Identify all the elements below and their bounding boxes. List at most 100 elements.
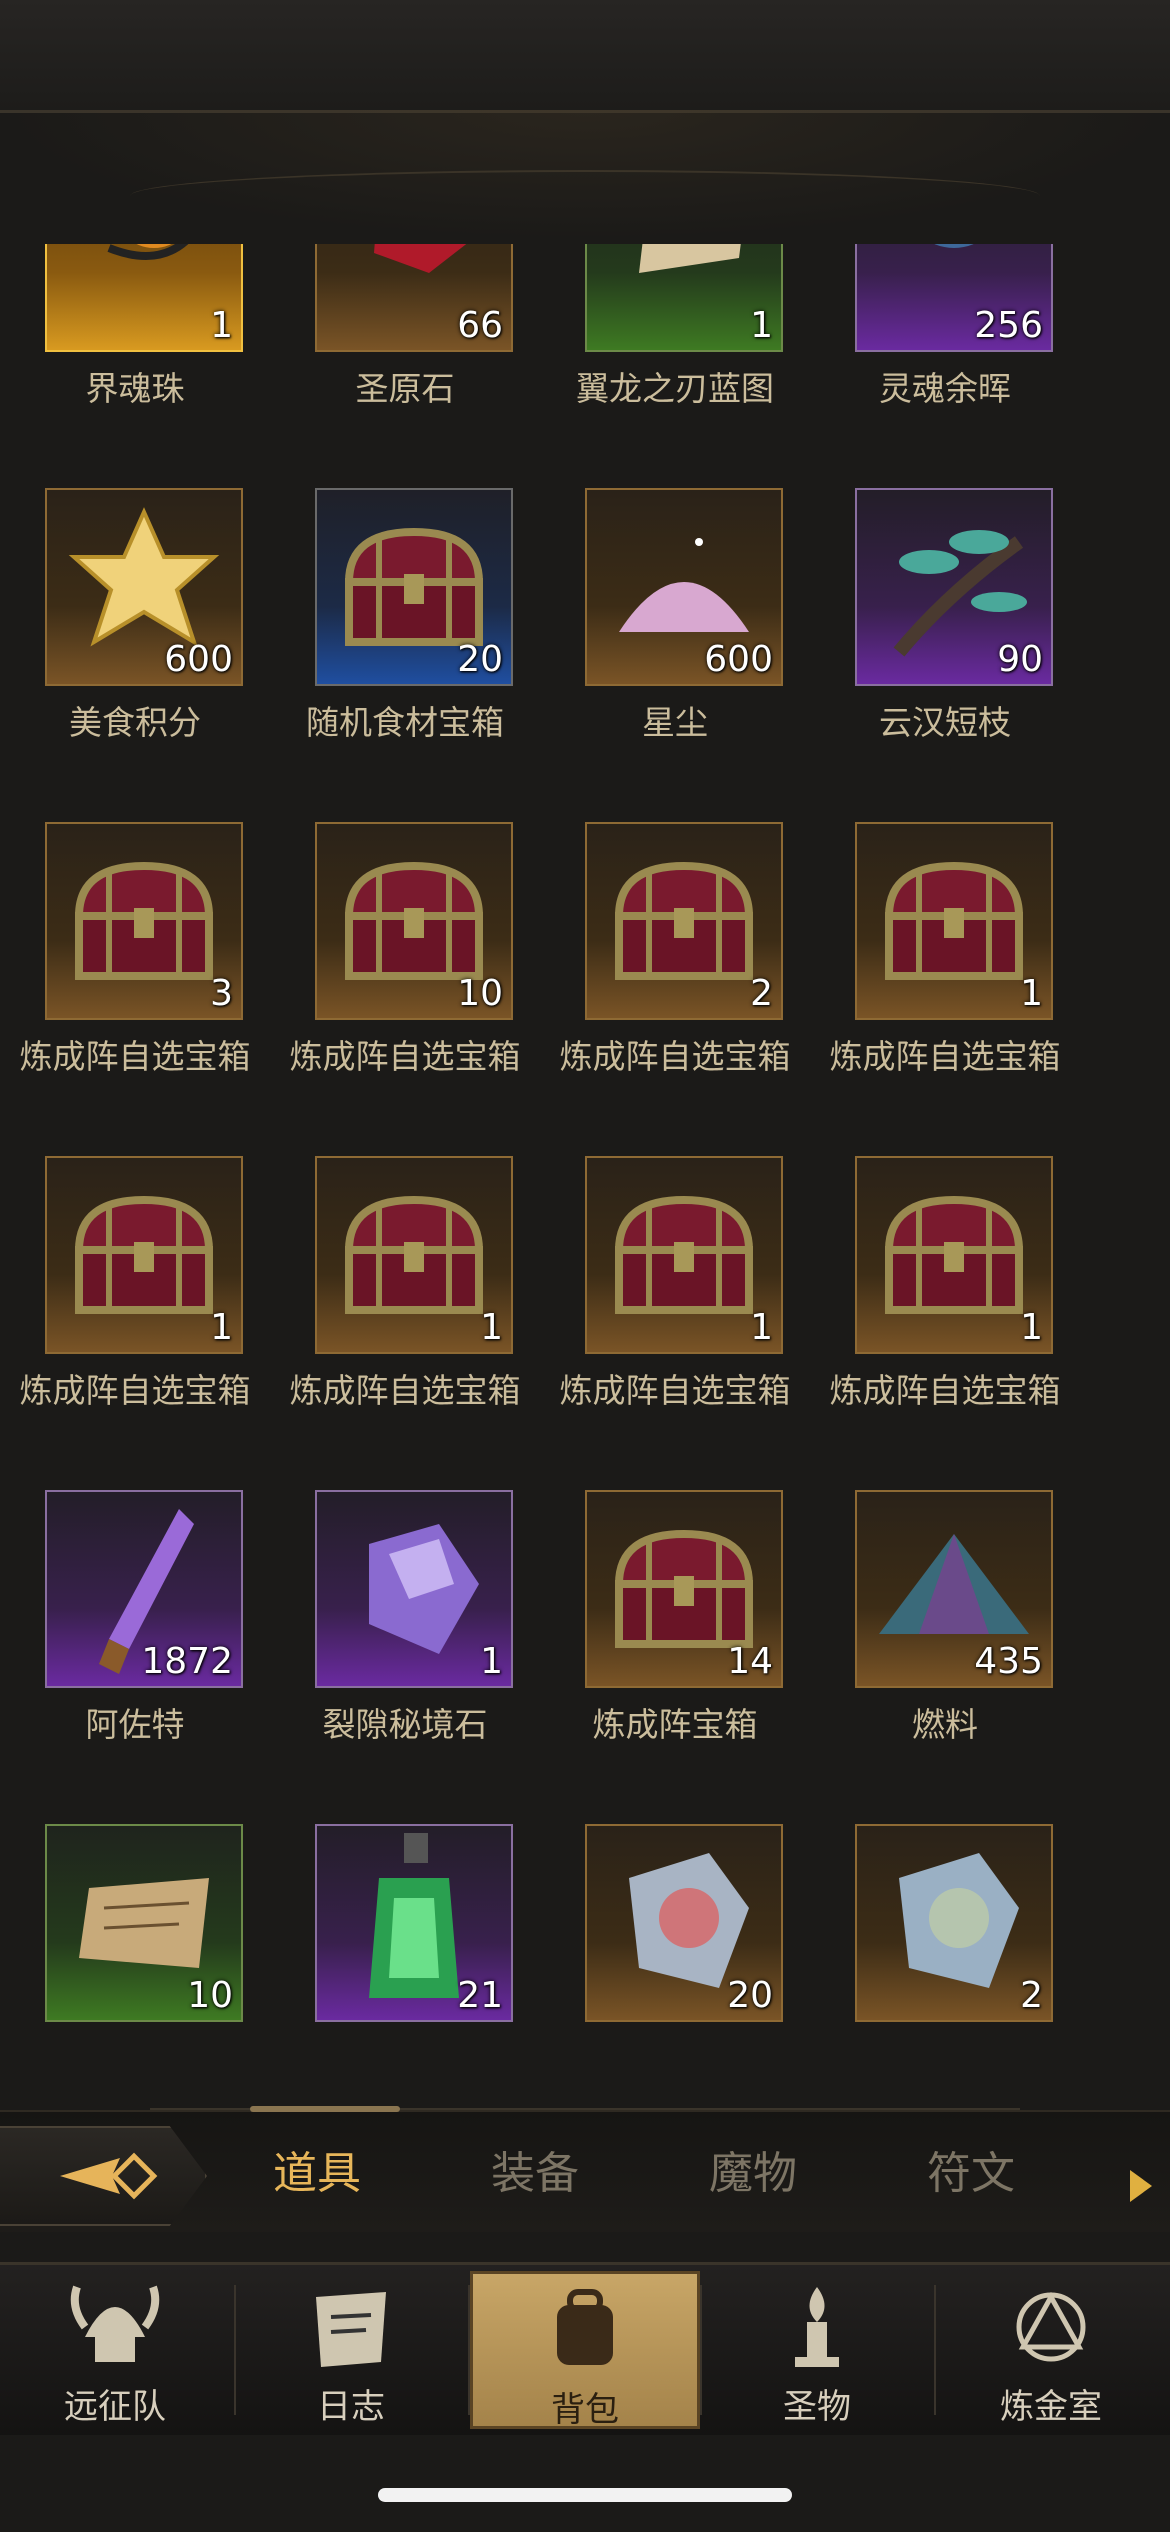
item-count: 20	[457, 639, 503, 680]
item-count: 90	[997, 639, 1043, 680]
nav-label: 日志	[317, 2387, 385, 2427]
nav-item-2[interactable]: 背包	[470, 2271, 700, 2430]
inventory-item[interactable]: 1 翼龙之刃蓝图	[540, 244, 810, 424]
inventory-item[interactable]: 20 随机食材宝箱	[270, 488, 540, 758]
inventory-item[interactable]: 256 灵魂余晖	[810, 244, 1080, 424]
item-slot[interactable]: 600	[45, 488, 243, 686]
item-slot[interactable]: 90	[855, 488, 1053, 686]
item-slot[interactable]: 1	[315, 1156, 513, 1354]
inventory-item[interactable]: 1 炼成阵自选宝箱	[270, 1156, 540, 1426]
item-count: 1	[480, 1307, 503, 1348]
item-slot[interactable]: 1	[855, 822, 1053, 1020]
inventory-item[interactable]: 1 炼成阵自选宝箱	[0, 1156, 270, 1426]
item-count: 1	[1020, 1307, 1043, 1348]
inventory-item[interactable]: 3 炼成阵自选宝箱	[0, 822, 270, 1092]
item-name: 炼成阵自选宝箱	[19, 1371, 251, 1410]
item-count: 3	[210, 973, 233, 1014]
item-slot[interactable]: 2	[855, 1824, 1053, 2022]
inventory-item[interactable]: 1 炼成阵自选宝箱	[810, 822, 1080, 1092]
item-slot[interactable]: 10	[45, 1824, 243, 2022]
nav-item-4[interactable]: 炼金室	[936, 2271, 1166, 2429]
item-count: 2	[750, 973, 773, 1014]
item-name: 界魂珠	[85, 369, 185, 408]
inventory-item[interactable]: 14 炼成阵宝箱	[540, 1490, 810, 1760]
item-count: 66	[457, 305, 503, 346]
inventory-item[interactable]: 1872 阿佐特	[0, 1490, 270, 1760]
item-slot[interactable]: 1	[45, 244, 243, 352]
next-tab-arrow-icon[interactable]	[1130, 2170, 1152, 2202]
grid-fade	[0, 2040, 1170, 2070]
inventory-item[interactable]: 21梦境之钥	[270, 1824, 540, 2064]
inventory-grid[interactable]: 1 界魂珠 66 圣原石 1 翼龙之刃蓝图 256 灵魂余晖 600 美食积分 20 随机食材宝箱 60…	[0, 244, 1170, 2064]
inventory-item[interactable]: 66 圣原石	[270, 244, 540, 424]
inventory-item[interactable]: 90 云汉短枝	[810, 488, 1080, 758]
bottom-nav: 远征队 日志 背包 圣物 炼金室	[0, 2262, 1170, 2435]
item-slot[interactable]: 1	[585, 244, 783, 352]
item-slot[interactable]: 21	[315, 1824, 513, 2022]
item-count: 600	[704, 639, 773, 680]
item-count: 256	[974, 305, 1043, 346]
scroll-thumb[interactable]	[250, 2106, 400, 2112]
item-name: 炼成阵自选宝箱	[829, 1371, 1061, 1410]
nav-label: 背包	[551, 2390, 619, 2430]
category-tab-bar: 道具 装备 魔物 符文	[0, 2106, 1170, 2232]
nav-item-0[interactable]: 远征队	[0, 2271, 230, 2429]
item-slot[interactable]: 3	[45, 822, 243, 1020]
inventory-item[interactable]: 1 炼成阵自选宝箱	[540, 1156, 810, 1426]
item-slot[interactable]: 435	[855, 1490, 1053, 1688]
item-slot[interactable]: 600	[585, 488, 783, 686]
item-slot[interactable]: 14	[585, 1490, 783, 1688]
item-slot[interactable]: 1872	[45, 1490, 243, 1688]
item-slot[interactable]: 1	[585, 1156, 783, 1354]
back-button[interactable]	[0, 2126, 207, 2226]
item-slot[interactable]: 66	[315, 244, 513, 352]
inventory-item[interactable]: 1 炼成阵自选宝箱	[810, 1156, 1080, 1426]
inventory-item[interactable]: 2沉睡的龙蛋碎片	[810, 1824, 1080, 2064]
inventory-item[interactable]: 2 炼成阵自选宝箱	[540, 822, 810, 1092]
nav-label: 圣物	[783, 2387, 851, 2427]
item-slot[interactable]: 20	[585, 1824, 783, 2022]
tab-equipment[interactable]: 装备	[450, 2142, 620, 2206]
item-name: 云汉短枝	[879, 703, 1011, 742]
item-count: 1	[1020, 973, 1043, 1014]
item-name: 星尘	[642, 703, 708, 742]
item-count: 1	[750, 1307, 773, 1348]
inventory-item[interactable]: 10 炼成阵自选宝箱	[270, 822, 540, 1092]
tab-items[interactable]: 道具	[232, 2132, 402, 2216]
nav-item-3[interactable]: 圣物	[702, 2271, 932, 2429]
item-count: 10	[187, 1975, 233, 2016]
item-name: 圣原石	[355, 369, 455, 408]
item-slot[interactable]: 1	[45, 1156, 243, 1354]
item-slot[interactable]: 2	[585, 822, 783, 1020]
nav-label: 远征队	[64, 2387, 166, 2427]
inventory-item[interactable]: 1 界魂珠	[0, 244, 270, 424]
item-name: 炼成阵自选宝箱	[559, 1037, 791, 1076]
tab-runes[interactable]: 符文	[886, 2142, 1056, 2206]
item-slot[interactable]: 256	[855, 244, 1053, 352]
inventory-item[interactable]: 600 美食积分	[0, 488, 270, 758]
home-indicator[interactable]	[378, 2488, 792, 2502]
ornament-arch	[130, 170, 1040, 222]
journal-icon	[236, 2275, 466, 2379]
alchemy-icon	[936, 2275, 1166, 2379]
item-name: 炼成阵自选宝箱	[289, 1037, 521, 1076]
item-slot[interactable]: 1	[315, 1490, 513, 1688]
inventory-item[interactable]: 600 星尘	[540, 488, 810, 758]
top-frame	[0, 0, 1170, 113]
backpack-icon	[473, 2278, 697, 2382]
item-slot[interactable]: 20	[315, 488, 513, 686]
nav-item-1[interactable]: 日志	[236, 2271, 466, 2429]
item-slot[interactable]: 1	[855, 1156, 1053, 1354]
tab-monsters[interactable]: 魔物	[668, 2142, 838, 2206]
item-count: 1	[210, 305, 233, 346]
item-count: 435	[974, 1641, 1043, 1682]
inventory-item[interactable]: 1 裂隙秘境石	[270, 1490, 540, 1760]
nav-label: 炼金室	[1000, 2387, 1102, 2427]
item-name: 燃料	[912, 1705, 978, 1744]
item-name: 炼成阵自选宝箱	[19, 1037, 251, 1076]
inventory-item[interactable]: 435 燃料	[810, 1490, 1080, 1760]
item-slot[interactable]: 10	[315, 822, 513, 1020]
item-count: 2	[1020, 1975, 1043, 2016]
inventory-item[interactable]: 20黎明之轮碎片	[540, 1824, 810, 2064]
inventory-item[interactable]: 10蓝图残页	[0, 1824, 270, 2064]
